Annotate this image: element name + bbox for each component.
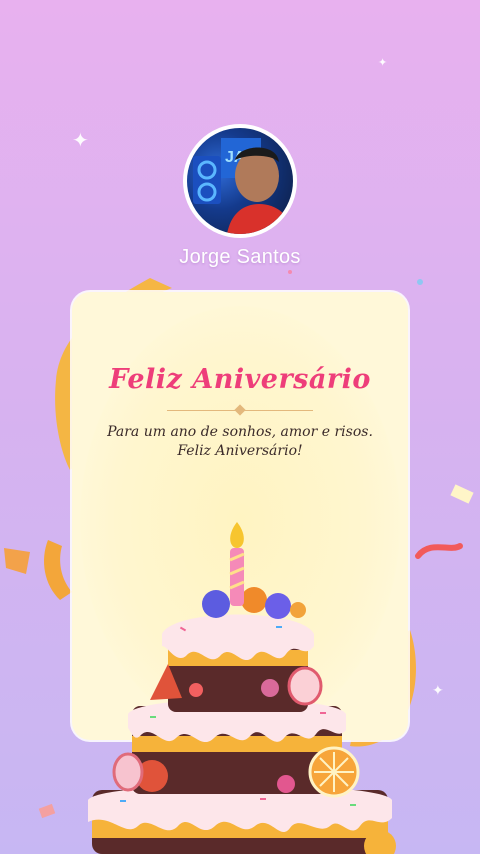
birthday-cake-icon [88,522,396,854]
